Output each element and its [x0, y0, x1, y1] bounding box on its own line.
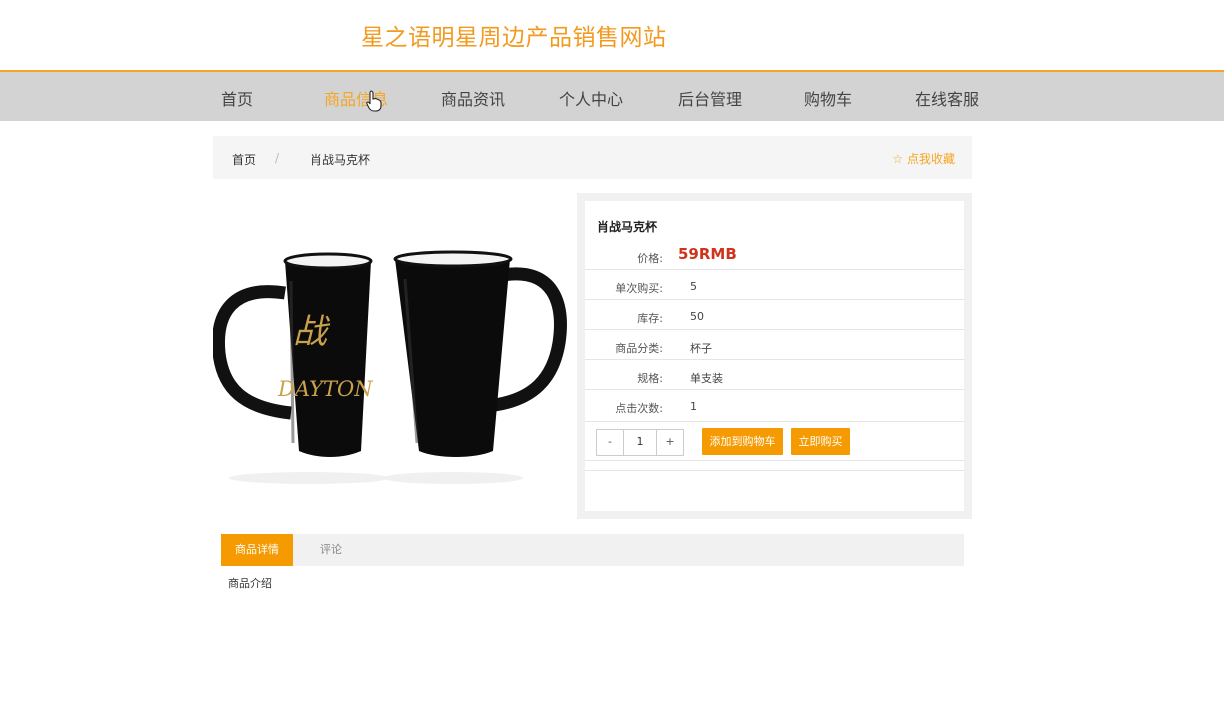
row-value: 5 [690, 280, 697, 293]
product-name: 肖战马克杯 [597, 220, 658, 234]
product-info-panel: 肖战马克杯 价格: 59RMB 单次购买: 5 库存: 50 商品分类: 杯子 … [577, 193, 972, 519]
row-label: 商品分类: [615, 342, 663, 355]
purchase-limit-row: 单次购买: 5 [585, 270, 964, 300]
breadcrumb-home-link[interactable]: 首页 [232, 151, 256, 168]
row-label: 库存: [637, 312, 663, 325]
site-title: 星之语明星周边产品销售网站 [361, 25, 667, 51]
row-value: 1 [690, 400, 697, 413]
nav-item-news[interactable]: 商品资讯 [441, 86, 505, 110]
tab-comments[interactable]: 评论 [293, 534, 369, 566]
add-to-cart-button[interactable]: 添加到购物车 [702, 428, 783, 455]
price-value: 59RMB [678, 245, 737, 263]
product-tabs: 商品详情 评论 [221, 534, 964, 566]
nav-item-user-center[interactable]: 个人中心 [559, 86, 623, 110]
row-value: 杯子 [690, 342, 712, 355]
price-label: 价格: [637, 252, 663, 265]
stock-row: 库存: 50 [585, 300, 964, 330]
quantity-increase-button[interactable]: + [657, 430, 683, 455]
click-count-row: 点击次数: 1 [585, 390, 964, 422]
nav-item-cart[interactable]: 购物车 [804, 86, 852, 110]
mug-print-text: DAYTON [277, 377, 373, 401]
buy-now-button[interactable]: 立即购买 [791, 428, 850, 455]
category-row: 商品分类: 杯子 [585, 330, 964, 360]
row-label: 规格: [637, 372, 663, 385]
row-label: 点击次数: [615, 402, 663, 415]
nav-item-home[interactable]: 首页 [221, 86, 253, 110]
nav-item-admin[interactable]: 后台管理 [678, 86, 742, 110]
tab-product-details[interactable]: 商品详情 [221, 534, 293, 566]
product-image: 战 DAYTON [213, 193, 570, 518]
row-label: 单次购买: [615, 282, 663, 295]
mug-calligraphy-glyph: 战 [293, 312, 331, 352]
row-value: 50 [690, 310, 704, 323]
empty-row [585, 461, 964, 471]
nav-item-customer-service[interactable]: 在线客服 [915, 86, 979, 110]
quantity-stepper: - 1 + [596, 429, 684, 456]
spec-row: 规格: 单支装 [585, 360, 964, 390]
quantity-actions-row: - 1 + 添加到购物车 立即购买 [585, 422, 964, 461]
breadcrumb-separator: / [275, 151, 280, 165]
breadcrumb: 首页 / 肖战马克杯 ☆ 点我收藏 [213, 136, 972, 179]
row-value: 单支装 [690, 372, 723, 385]
tab-content-text: 商品介绍 [228, 577, 272, 590]
main-navbar: 首页 商品信息 商品资讯 个人中心 后台管理 购物车 在线客服 [0, 70, 1224, 121]
breadcrumb-current: 肖战马克杯 [310, 153, 371, 167]
quantity-input[interactable]: 1 [623, 430, 657, 455]
quantity-decrease-button[interactable]: - [597, 430, 623, 455]
price-row: 价格: 59RMB [585, 239, 964, 270]
hand-pointer-icon [366, 90, 382, 112]
favorite-link[interactable]: ☆ 点我收藏 [892, 150, 955, 167]
